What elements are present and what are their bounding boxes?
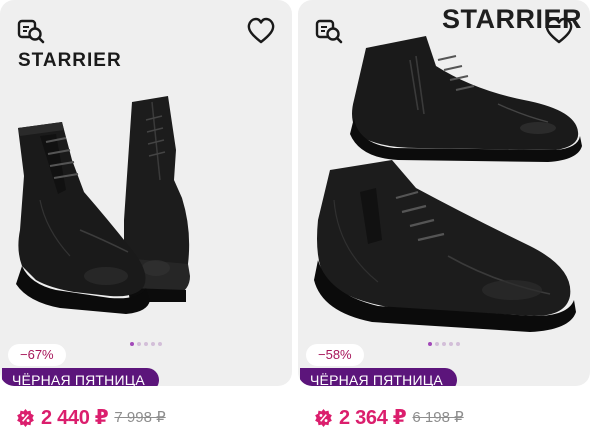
discount-badge-icon: [17, 408, 34, 427]
pagination-dot: [130, 342, 134, 346]
brand-name: STARRIER: [18, 50, 122, 71]
pagination-dot: [428, 342, 432, 346]
price-row-1: 2 440 ₽ 7 998 ₽: [16, 404, 166, 430]
boot-top-image: [350, 36, 582, 162]
heart-icon: [545, 17, 573, 44]
product-photo[interactable]: [0, 80, 292, 340]
pagination-dot: [151, 342, 155, 346]
product-card-1[interactable]: STARRIER −67% ЧЁРНАЯ ПЯТНИЦА: [0, 0, 292, 386]
current-price: 2 440 ₽: [41, 406, 109, 429]
old-price: 6 198 ₽: [412, 409, 464, 426]
price-row-2: 2 364 ₽ 6 198 ₽: [314, 404, 464, 430]
find-similar-icon: [315, 19, 343, 44]
favorite-button[interactable]: [542, 14, 576, 48]
heart-icon: [247, 17, 275, 44]
product-card-2[interactable]: STARRIER −58% ЧЁРНАЯ ПЯТНИЦА: [298, 0, 590, 386]
pagination-dot: [435, 342, 439, 346]
pagination-dot: [456, 342, 460, 346]
pagination-dot: [137, 342, 141, 346]
pagination-dot: [442, 342, 446, 346]
old-price: 7 998 ₽: [114, 409, 166, 426]
pagination-dot: [144, 342, 148, 346]
find-similar-button[interactable]: [312, 14, 346, 48]
discount-badge: −67%: [8, 344, 66, 366]
pagination-dot: [158, 342, 162, 346]
promo-label: ЧЁРНАЯ ПЯТНИЦА: [300, 368, 457, 386]
product-photo[interactable]: [298, 20, 590, 350]
find-similar-button[interactable]: [14, 14, 48, 48]
discount-badge-icon: [315, 408, 332, 427]
discount-badge: −58%: [306, 344, 364, 366]
pagination-dot: [449, 342, 453, 346]
favorite-button[interactable]: [244, 14, 278, 48]
promo-label: ЧЁРНАЯ ПЯТНИЦА: [2, 368, 159, 386]
current-price: 2 364 ₽: [339, 406, 407, 429]
find-similar-icon: [17, 19, 45, 44]
boot-bottom-image: [314, 160, 576, 332]
